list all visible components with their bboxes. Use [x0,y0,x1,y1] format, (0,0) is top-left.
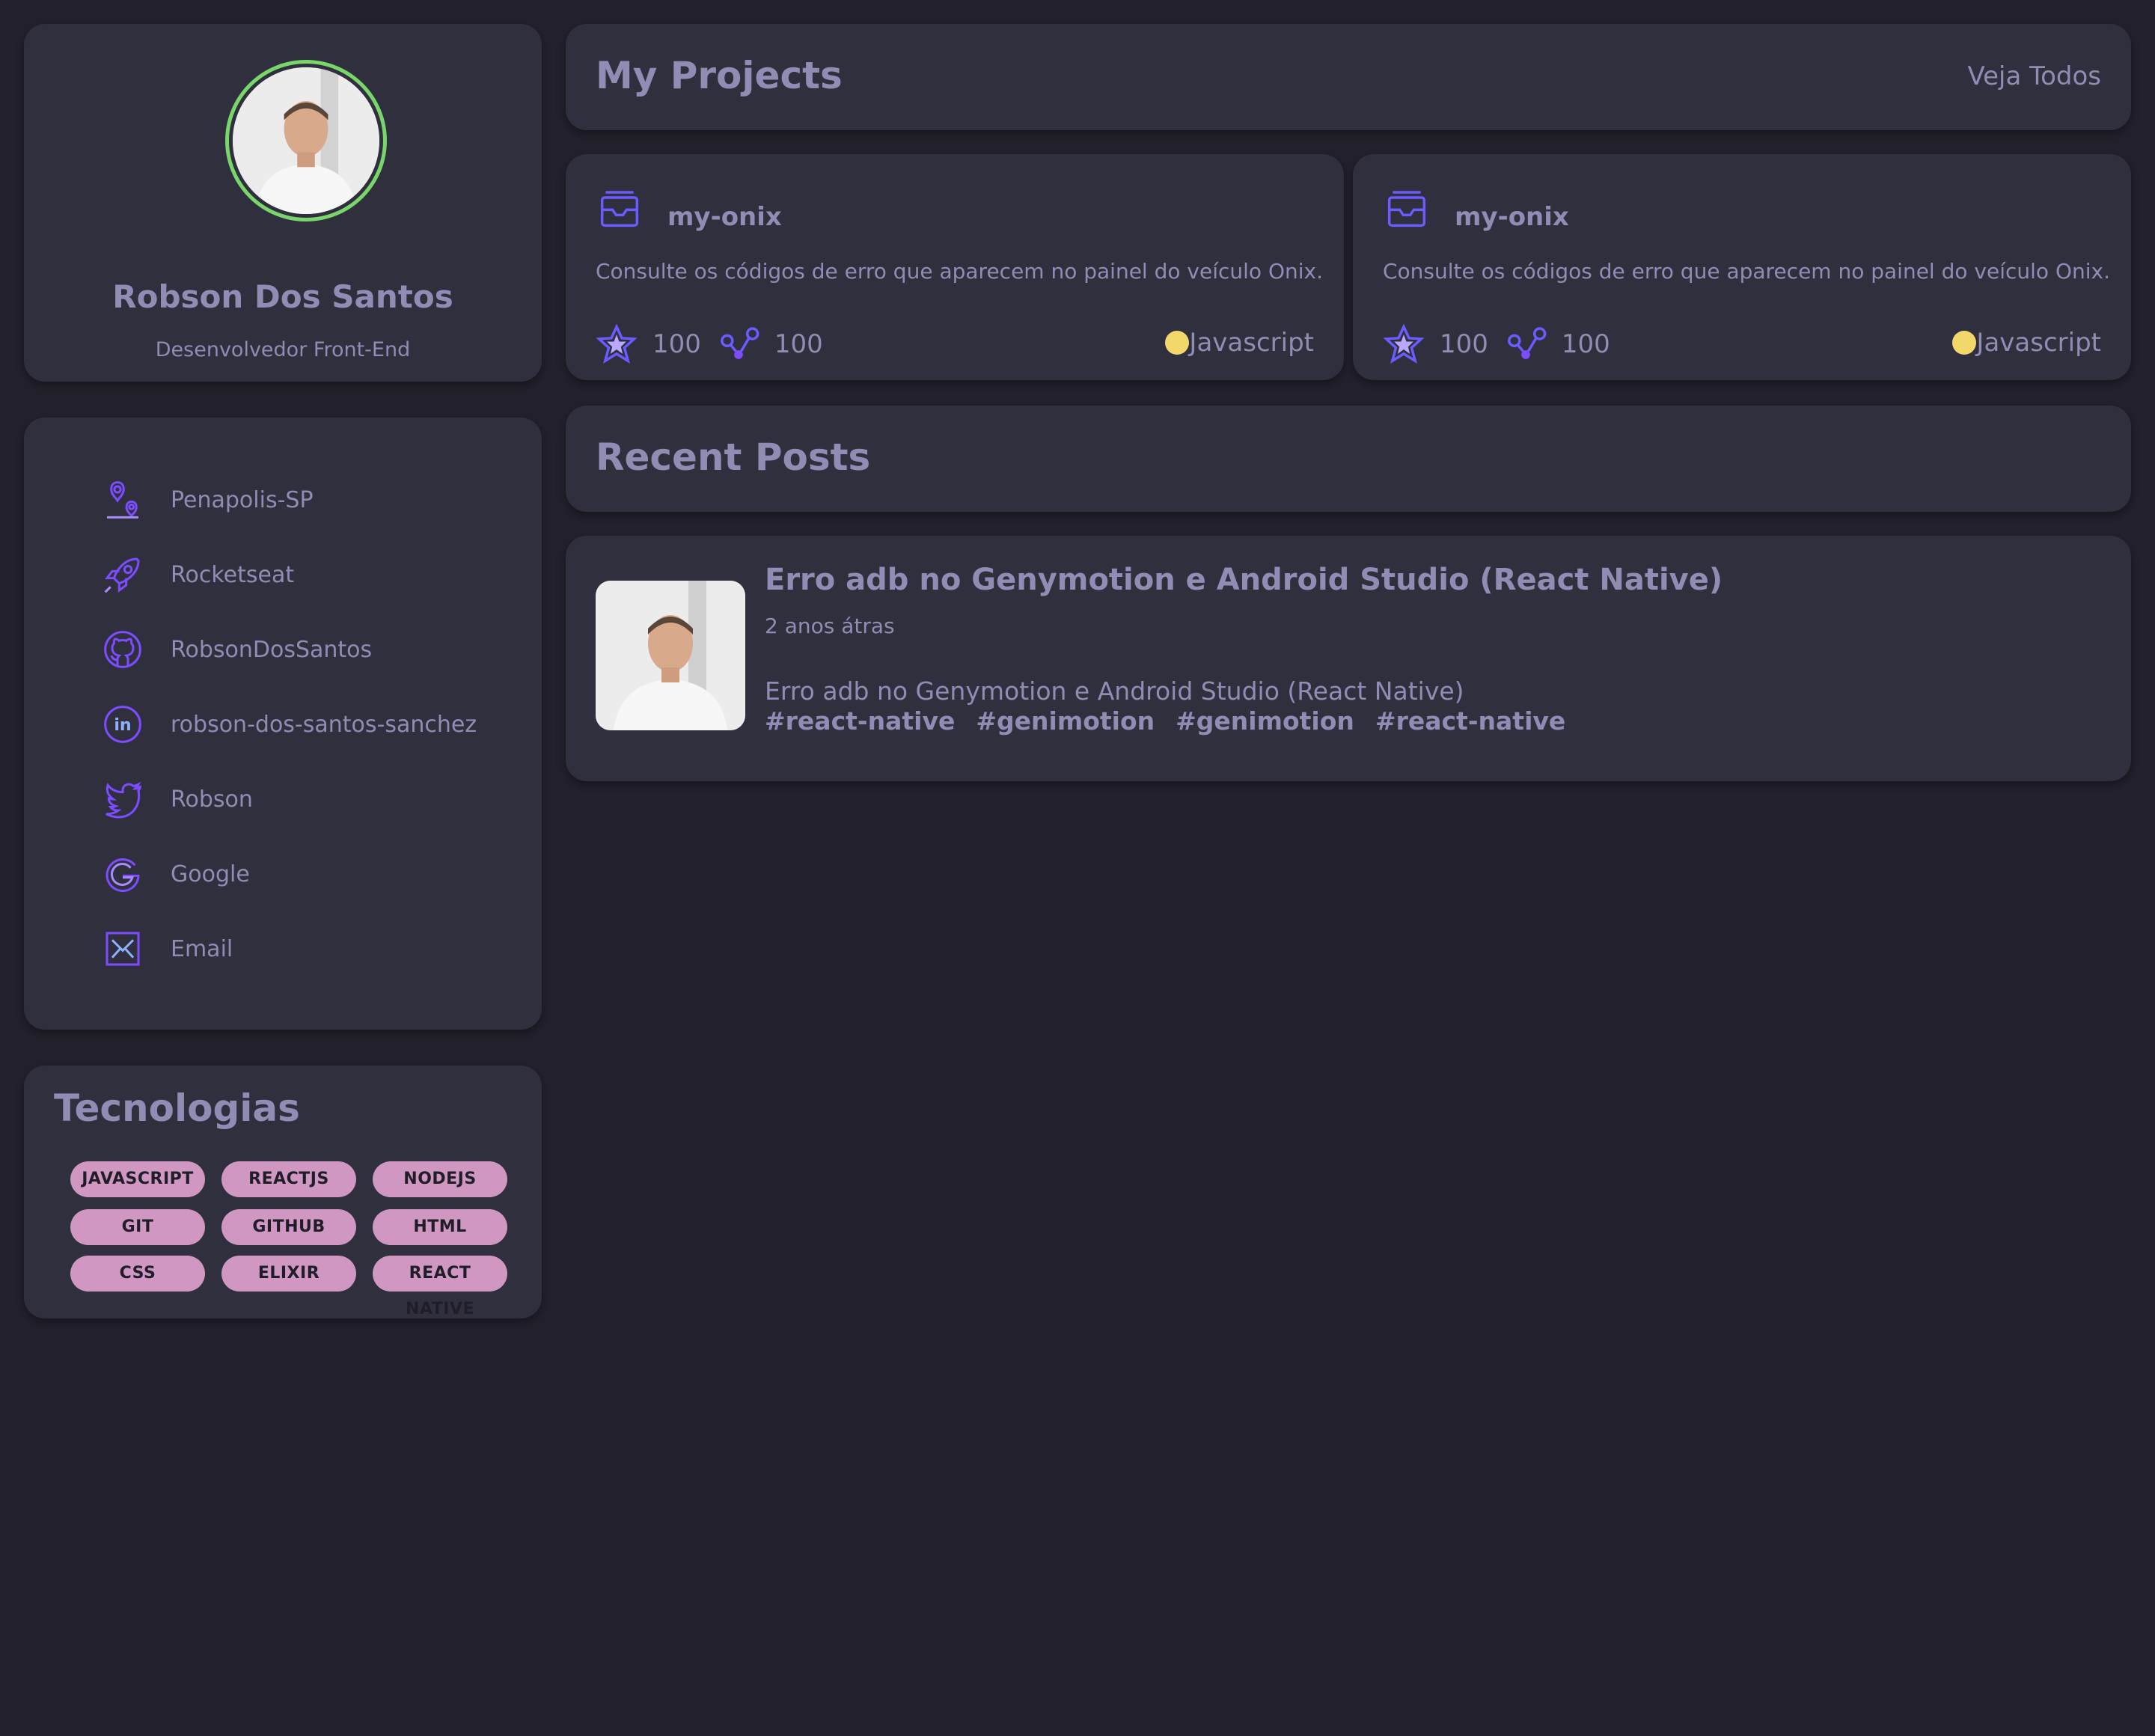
svg-text:in: in [114,715,131,735]
repository-icon [600,191,639,227]
posts-header: Recent Posts [566,406,2131,512]
tech-tag: JAVASCRIPT [70,1161,205,1197]
star-icon [1383,323,1425,364]
project-stats: 100 100 [1383,323,1627,365]
star-count: 100 [652,329,701,359]
language-label: Javascript [1189,328,1314,358]
star-count: 100 [1440,329,1488,359]
tech-tag: ELIXIR [221,1256,356,1292]
project-language: Javascript [1952,328,2101,358]
tech-tag: GIT [70,1209,205,1245]
post-excerpt: Erro adb no Genymotion e Android Studio … [765,676,1464,706]
project-name: my-onix [667,202,782,232]
post-tags: #react-native #genimotion #genimotion #r… [765,706,1565,736]
projects-header: My Projects Veja Todos [566,24,2131,130]
profile-card: Robson Dos Santos Desenvolvedor Front-En… [24,24,542,382]
project-card[interactable]: my-onix Consulte os códigos de erro que … [566,154,1344,380]
post-tag[interactable]: #react-native [1375,706,1565,736]
profile-name: Robson Dos Santos [112,278,453,315]
post-tag[interactable]: #react-native [765,706,955,736]
contacts-card: Penapolis-SP Rocketseat RobsonDosSantos [24,418,542,1030]
tech-tag: REACTJS [221,1161,356,1197]
repository-icon [1387,191,1426,227]
language-label: Javascript [1976,328,2101,358]
fork-icon [720,327,759,359]
rocket-icon [99,551,147,599]
project-stats: 100 100 [596,323,840,365]
profile-photo [233,67,379,214]
location-pin-icon [99,476,147,524]
contact-linkedin-label: robson-dos-santos-sanchez [171,711,477,738]
post-tag[interactable]: #genimotion [976,706,1155,736]
technologies-card: Tecnologias JAVASCRIPT REACTJS NODEJS GI… [24,1066,542,1318]
project-name: my-onix [1455,202,1569,232]
tech-tag: REACT NATIVE [373,1256,507,1318]
contact-twitter-label: Robson [171,786,253,813]
project-description: Consulte os códigos de erro que aparecem… [1383,259,2110,284]
tech-tag: NODEJS [373,1161,507,1197]
github-icon [99,626,147,673]
linkedin-icon: in [99,700,147,748]
post-title[interactable]: Erro adb no Genymotion e Android Studio … [765,563,1723,597]
contact-location-label: Penapolis-SP [171,486,314,513]
avatar [225,60,387,221]
posts-title: Recent Posts [596,435,871,479]
post-card[interactable]: Erro adb no Genymotion e Android Studio … [566,536,2131,781]
star-icon [596,323,638,364]
technologies-title: Tecnologias [54,1086,300,1130]
contact-company-label: Rocketseat [171,561,295,588]
language-dot [1952,331,1977,355]
email-icon [99,925,147,973]
contact-github[interactable]: RobsonDosSantos [99,626,372,673]
contact-twitter[interactable]: Robson [99,775,253,823]
profile-role: Desenvolvedor Front-End [155,338,411,361]
projects-title: My Projects [596,54,843,97]
contact-google[interactable]: Google [99,850,250,898]
contact-linkedin[interactable]: in robson-dos-santos-sanchez [99,700,477,748]
project-language: Javascript [1165,328,1314,358]
fork-icon [1507,327,1547,359]
tech-tag: HTML [373,1209,507,1245]
tech-tag: GITHUB [221,1209,356,1245]
fork-count: 100 [1561,329,1610,359]
post-thumbnail [596,581,745,730]
contact-email[interactable]: Email [99,925,233,973]
project-card[interactable]: my-onix Consulte os códigos de erro que … [1353,154,2131,380]
twitter-icon [99,775,147,823]
contact-google-label: Google [171,861,250,887]
contact-company[interactable]: Rocketseat [99,551,294,599]
language-dot [1165,331,1190,355]
project-description: Consulte os códigos de erro que aparecem… [596,259,1323,284]
post-tag[interactable]: #genimotion [1176,706,1354,736]
tech-tag: CSS [70,1256,205,1292]
contact-github-label: RobsonDosSantos [171,636,373,663]
fork-count: 100 [774,329,823,359]
contact-location[interactable]: Penapolis-SP [99,476,314,524]
post-date: 2 anos átras [765,614,895,638]
contact-email-label: Email [171,935,233,962]
see-all-link[interactable]: Veja Todos [1967,61,2101,91]
google-icon [99,850,147,898]
